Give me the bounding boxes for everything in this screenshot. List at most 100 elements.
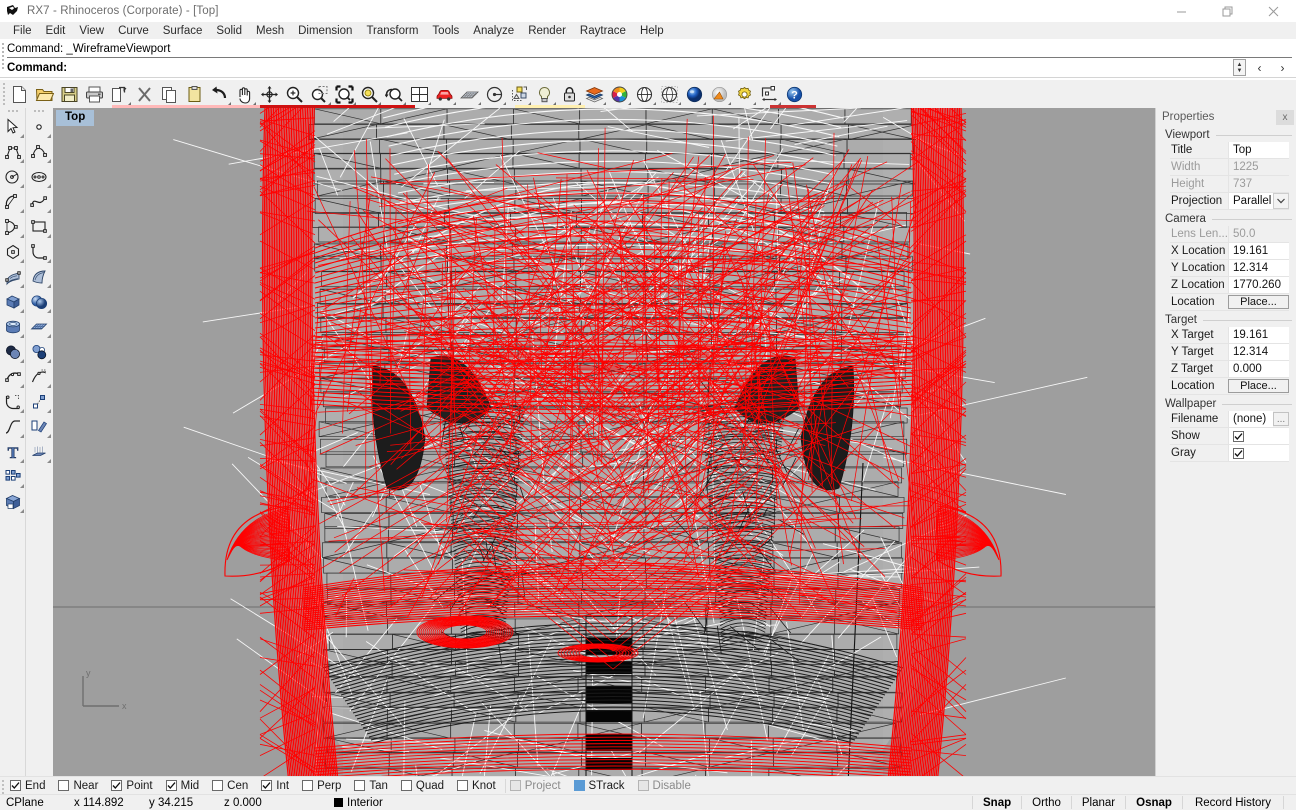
osnap-toggle-end[interactable]: End — [6, 778, 54, 794]
color-wheel-button[interactable] — [607, 82, 632, 107]
osnap-toggle-perp[interactable]: Perp — [298, 778, 350, 794]
layers-button[interactable] — [582, 82, 607, 107]
osnap-toggle-point[interactable]: Point — [107, 778, 161, 794]
property-value[interactable]: 0.000 — [1228, 361, 1289, 377]
save-file-button[interactable] — [57, 82, 82, 107]
curve-interp-button[interactable] — [27, 139, 52, 164]
open-file-button[interactable] — [32, 82, 57, 107]
shaded-button[interactable] — [682, 82, 707, 107]
menu-item-render[interactable]: Render — [521, 23, 573, 39]
surface-from-curves-button[interactable] — [0, 264, 25, 289]
zoom-window-button[interactable] — [332, 82, 357, 107]
status-toggle-record-history[interactable]: Record History — [1183, 795, 1283, 810]
status-toggle-ortho[interactable]: Ortho — [1022, 795, 1071, 810]
circle-button[interactable] — [0, 164, 25, 189]
menu-item-edit[interactable]: Edit — [39, 23, 73, 39]
osnap-toggle-quad[interactable]: Quad — [397, 778, 453, 794]
status-toggle-snap[interactable]: Snap — [973, 795, 1021, 810]
menu-item-mesh[interactable]: Mesh — [249, 23, 291, 39]
checkbox-osnap-near[interactable] — [58, 780, 69, 791]
menu-item-tools[interactable]: Tools — [425, 23, 466, 39]
object-properties-button[interactable] — [507, 82, 532, 107]
copy-button[interactable] — [157, 82, 182, 107]
property-value[interactable]: 12.314 — [1228, 260, 1289, 276]
property-value[interactable]: 19.161 — [1228, 243, 1289, 259]
property-value[interactable]: 1770.260 — [1228, 277, 1289, 293]
blend-curve-button[interactable] — [0, 414, 25, 439]
property-checkbox-cell[interactable] — [1228, 445, 1289, 461]
checkbox-osnap-disable[interactable] — [638, 780, 649, 791]
render-settings-button[interactable] — [732, 82, 757, 107]
checkbox-show[interactable] — [1233, 431, 1244, 442]
wireframe-button[interactable] — [632, 82, 657, 107]
checkbox-osnap-tan[interactable] — [354, 780, 365, 791]
maximize-restore-button[interactable] — [1204, 0, 1250, 22]
checkbox-gray[interactable] — [1233, 448, 1244, 459]
viewport-wireframe-canvas[interactable] — [53, 108, 1155, 784]
dimension-button[interactable] — [757, 82, 782, 107]
scissors-button[interactable] — [132, 82, 157, 107]
status-layer[interactable]: Interior — [328, 795, 488, 810]
command-prompt-row[interactable]: Command: — [7, 59, 1250, 77]
new-file-button[interactable] — [7, 82, 32, 107]
rendered-button[interactable] — [707, 82, 732, 107]
osnap-toggle-project[interactable]: Project — [506, 778, 570, 794]
help-button[interactable]: ? — [782, 82, 807, 107]
checkbox-osnap-int[interactable] — [261, 780, 272, 791]
property-row-show[interactable]: Show — [1170, 428, 1289, 445]
polyline-button[interactable] — [0, 139, 25, 164]
property-row-location[interactable]: LocationPlace... — [1170, 294, 1289, 311]
command-drag-grip[interactable] — [1, 41, 6, 77]
car-render-button[interactable] — [432, 82, 457, 107]
ground-plane-button[interactable] — [457, 82, 482, 107]
properties-close-button[interactable]: x — [1276, 110, 1294, 125]
sphere-button[interactable] — [27, 289, 52, 314]
property-value[interactable]: 12.314 — [1228, 344, 1289, 360]
planar-surface-button[interactable] — [27, 314, 52, 339]
osnap-toggle-knot[interactable]: Knot — [453, 778, 505, 794]
extrude-button[interactable] — [0, 364, 25, 389]
arc-button[interactable] — [0, 189, 25, 214]
status-toggle-planar[interactable]: Planar — [1072, 795, 1125, 810]
browse-file-button[interactable]: ... — [1273, 412, 1289, 426]
named-cplane-button[interactable] — [482, 82, 507, 107]
boolean-split-button[interactable] — [27, 339, 52, 364]
cap-button[interactable] — [27, 439, 52, 464]
minimize-button[interactable] — [1158, 0, 1204, 22]
checkbox-osnap-perp[interactable] — [302, 780, 313, 791]
property-row-location[interactable]: LocationPlace... — [1170, 378, 1289, 395]
four-viewport-button[interactable] — [407, 82, 432, 107]
property-row-filename[interactable]: Filename(none)... — [1170, 411, 1289, 428]
cut-page-button[interactable] — [107, 82, 132, 107]
menu-item-file[interactable]: File — [6, 23, 39, 39]
menu-item-help[interactable]: Help — [633, 23, 671, 39]
solid-tools-button[interactable] — [0, 489, 25, 514]
command-spinner-button[interactable]: ▲▼ — [1233, 59, 1246, 76]
menu-item-raytrace[interactable]: Raytrace — [573, 23, 633, 39]
zoom-in-button[interactable] — [282, 82, 307, 107]
polygon-button[interactable] — [0, 239, 25, 264]
text-button[interactable]: T — [0, 439, 25, 464]
checkbox-osnap-quad[interactable] — [401, 780, 412, 791]
property-row-projection[interactable]: ProjectionParallel — [1170, 193, 1289, 210]
status-toggle-osnap[interactable]: Osnap — [1126, 795, 1182, 810]
osnap-toggle-strack[interactable]: STrack — [570, 778, 634, 794]
light-button[interactable] — [532, 82, 557, 107]
rectangle-button[interactable] — [27, 214, 52, 239]
checkbox-osnap-point[interactable] — [111, 780, 122, 791]
property-place-button[interactable]: Place... — [1228, 295, 1289, 309]
osnap-toggle-disable[interactable]: Disable — [634, 778, 700, 794]
menu-item-surface[interactable]: Surface — [156, 23, 210, 39]
zoom-previous-button[interactable] — [382, 82, 407, 107]
curve-tools-button[interactable] — [27, 364, 52, 389]
cylinder-button[interactable] — [0, 314, 25, 339]
menu-item-solid[interactable]: Solid — [209, 23, 249, 39]
menu-item-curve[interactable]: Curve — [111, 23, 156, 39]
status-cplane-label[interactable]: CPlane — [0, 795, 68, 810]
point-button[interactable] — [27, 114, 52, 139]
property-value[interactable]: 19.161 — [1228, 327, 1289, 343]
fillet-button[interactable] — [0, 389, 25, 414]
checkbox-osnap-mid[interactable] — [166, 780, 177, 791]
property-place-button[interactable]: Place... — [1228, 379, 1289, 393]
undo-button[interactable] — [207, 82, 232, 107]
